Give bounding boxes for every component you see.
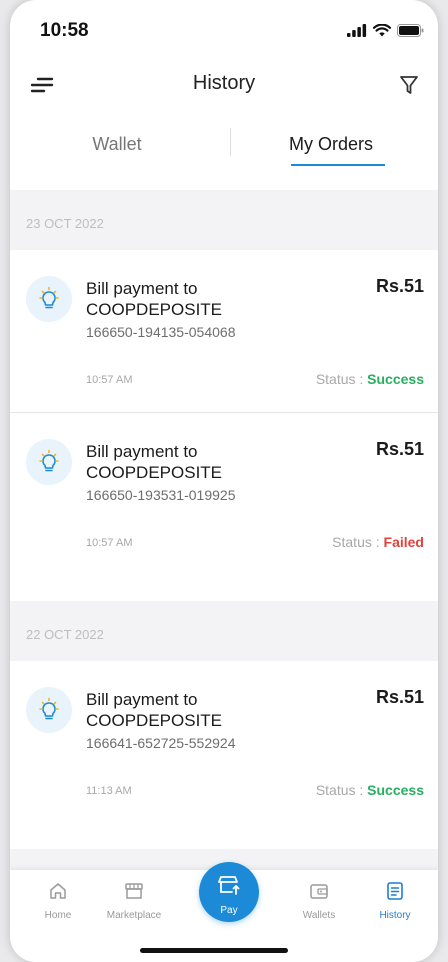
bill-icon-container [26, 687, 72, 733]
nav-marketplace-label: Marketplace [106, 910, 162, 921]
order-amount: Rs.51 [375, 439, 424, 459]
tab-my-orders[interactable]: My Orders [224, 118, 438, 178]
home-indicator [140, 948, 288, 953]
order-time: 11:13 AM [86, 785, 132, 797]
order-title-line2: COOPDEPOSITE [86, 711, 223, 730]
status-label: Status : [332, 534, 384, 550]
order-status: Status : Success [316, 371, 424, 387]
bill-icon-container [26, 276, 72, 322]
date-label: 23 OCT 2022 [26, 216, 104, 231]
order-reference: 166641-652725-552924 [86, 735, 236, 751]
nav-home[interactable]: Home [23, 880, 93, 921]
page-title: History [192, 72, 256, 94]
status-icons [347, 24, 424, 37]
order-title: Bill payment to COOPDEPOSITE [86, 689, 222, 731]
order-title-line1: Bill payment to [86, 690, 198, 709]
order-amount: Rs.51 [375, 687, 424, 707]
pay-label: Pay [220, 905, 238, 916]
tab-wallet-label: Wallet [92, 134, 142, 154]
tab-wallet[interactable]: Wallet [10, 118, 224, 178]
status-time: 10:58 [40, 20, 89, 41]
order-title: Bill payment to COOPDEPOSITE [86, 441, 222, 483]
order-card[interactable]: Bill payment to COOPDEPOSITE Rs.51 16665… [10, 250, 438, 413]
status-value: Success [367, 782, 424, 798]
history-icon [387, 882, 403, 900]
order-title-line1: Bill payment to [86, 442, 198, 461]
order-status: Status : Success [316, 782, 424, 798]
tab-bar: Wallet My Orders [10, 118, 438, 178]
status-bar: 10:58 [10, 0, 438, 64]
wifi-icon [373, 24, 391, 37]
order-reference: 166650-193531-019925 [86, 487, 236, 503]
date-label: 22 OCT 2022 [26, 627, 104, 642]
bulb-icon [39, 697, 59, 720]
order-title-line1: Bill payment to [86, 279, 198, 298]
order-list[interactable]: 23 OCT 2022 Bill payment to COOPDEPOSITE [10, 190, 438, 870]
order-card[interactable]: Bill payment to COOPDEPOSITE Rs.51 16664… [10, 661, 438, 849]
order-title: Bill payment to COOPDEPOSITE [86, 278, 222, 320]
order-card[interactable]: Bill payment to COOPDEPOSITE Rs.51 16665… [10, 413, 438, 601]
filter-button[interactable] [394, 70, 424, 100]
top-bar: History [10, 64, 438, 104]
bulb-icon [39, 286, 59, 309]
phone-screen: 10:58 History Wallet My Orders 23 OCT 20… [10, 0, 438, 962]
nav-home-label: Home [44, 910, 72, 921]
signal-icon [347, 24, 367, 37]
pay-icon [218, 876, 240, 895]
wallet-icon [310, 884, 328, 899]
status-label: Status : [315, 782, 368, 798]
filter-icon [400, 76, 418, 94]
nav-history-label: History [379, 910, 411, 921]
status-value: Failed [383, 534, 424, 550]
status-label: Status : [315, 371, 368, 387]
date-header: 23 OCT 2022 [10, 190, 438, 250]
bill-icon-container [26, 439, 72, 485]
status-value: Success [367, 371, 424, 387]
nav-history[interactable]: History [360, 880, 430, 921]
tab-my-orders-label: My Orders [288, 134, 373, 154]
order-amount: Rs.51 [375, 276, 424, 296]
date-header: 22 OCT 2022 [10, 601, 438, 661]
nav-wallets[interactable]: Wallets [284, 880, 354, 921]
order-title-line2: COOPDEPOSITE [86, 300, 223, 319]
active-tab-indicator [291, 164, 385, 166]
order-title-line2: COOPDEPOSITE [86, 463, 223, 482]
marketplace-icon [125, 883, 143, 899]
battery-icon [397, 24, 424, 37]
order-status: Status : Failed [332, 534, 424, 550]
order-time: 10:57 AM [86, 537, 133, 549]
nav-wallets-label: Wallets [302, 910, 336, 921]
home-icon [50, 883, 66, 899]
nav-marketplace[interactable]: Marketplace [99, 880, 169, 921]
order-reference: 166650-194135-054068 [86, 324, 236, 340]
order-time: 10:57 AM [86, 374, 133, 386]
bulb-icon [39, 449, 59, 472]
pay-button[interactable]: Pay [199, 862, 259, 922]
